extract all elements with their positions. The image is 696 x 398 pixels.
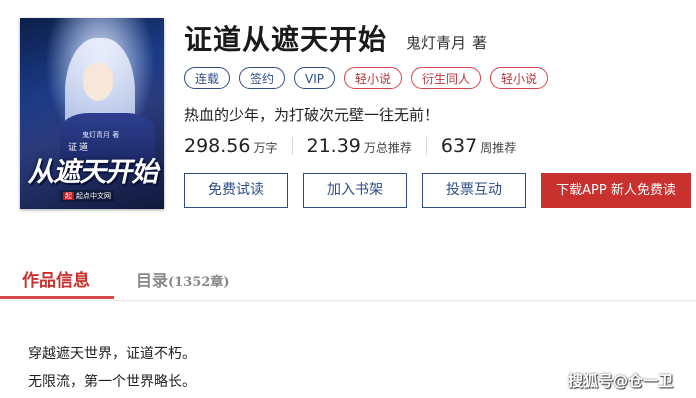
tag-category[interactable]: 轻小说 bbox=[344, 67, 403, 89]
tag-status: 连载 bbox=[184, 67, 231, 89]
tab-toc-count: (1352章) bbox=[168, 275, 230, 290]
cover-publisher: 起起点中文网 bbox=[60, 190, 114, 202]
author-name[interactable]: 鬼灯青月 bbox=[406, 34, 466, 52]
tag-genre[interactable]: 轻小说 bbox=[490, 67, 549, 89]
stat-total-recommend: 21.39 万总推荐 bbox=[307, 135, 412, 157]
vote-button[interactable]: 投票互动 bbox=[422, 173, 526, 208]
publisher-logo: 起 bbox=[63, 192, 74, 200]
add-to-shelf-button[interactable]: 加入书架 bbox=[303, 173, 407, 208]
stat-value: 21.39 bbox=[306, 135, 361, 157]
book-author[interactable]: 鬼灯青月著 bbox=[406, 32, 487, 53]
author-suffix: 著 bbox=[472, 34, 488, 52]
tab-toc-label: 目录 bbox=[136, 271, 169, 290]
tab-table-of-contents[interactable]: 目录(1352章) bbox=[136, 267, 230, 291]
stat-unit: 万总推荐 bbox=[363, 141, 412, 155]
stat-unit: 万字 bbox=[253, 141, 278, 155]
book-cover[interactable]: 鬼灯青月 著 证道 从遮天开始 起起点中文网 bbox=[20, 18, 164, 209]
watermark: 搜狐号@仓一卫 bbox=[568, 372, 674, 390]
intro-line: 穿越遮天世界，证道不朽。 bbox=[28, 346, 196, 362]
active-tab-indicator bbox=[0, 296, 114, 299]
tag-signed: 签约 bbox=[239, 67, 286, 89]
cover-author: 鬼灯青月 著 bbox=[82, 131, 120, 139]
book-intro: 穿越遮天世界，证道不朽。 无限流，第一个世界略长。 bbox=[28, 340, 196, 396]
stat-value: 637 bbox=[440, 135, 478, 157]
intro-line: 无限流，第一个世界略长。 bbox=[28, 374, 196, 390]
book-tagline: 热血的少年，为打破次元壁一往无前！ bbox=[184, 106, 440, 124]
stat-divider bbox=[425, 137, 427, 155]
tag-vip: VIP bbox=[294, 67, 336, 89]
publisher-name: 起点中文网 bbox=[76, 192, 111, 200]
stat-unit: 周推荐 bbox=[480, 141, 517, 155]
tag-list: 连载 签约 VIP 轻小说 衍生同人 轻小说 bbox=[184, 67, 549, 89]
cover-big-title: 从遮天开始 bbox=[26, 157, 163, 188]
tab-book-info[interactable]: 作品信息 bbox=[22, 266, 90, 291]
stat-value: 298.56 bbox=[184, 135, 251, 157]
stat-divider bbox=[291, 137, 293, 155]
stat-word-count: 298.56 万字 bbox=[184, 135, 278, 157]
cover-character-face bbox=[83, 63, 113, 101]
detail-tabs: 作品信息 目录(1352章) bbox=[0, 262, 696, 301]
book-title: 证道从遮天开始 bbox=[184, 23, 388, 56]
book-stats: 298.56 万字 21.39 万总推荐 637 周推荐 bbox=[184, 135, 516, 157]
download-app-button[interactable]: 下载APP 新人免费读 bbox=[541, 173, 691, 208]
tag-subcategory[interactable]: 衍生同人 bbox=[411, 67, 482, 89]
stat-weekly-recommend: 637 周推荐 bbox=[441, 135, 516, 157]
free-trial-button[interactable]: 免费试读 bbox=[184, 173, 288, 208]
